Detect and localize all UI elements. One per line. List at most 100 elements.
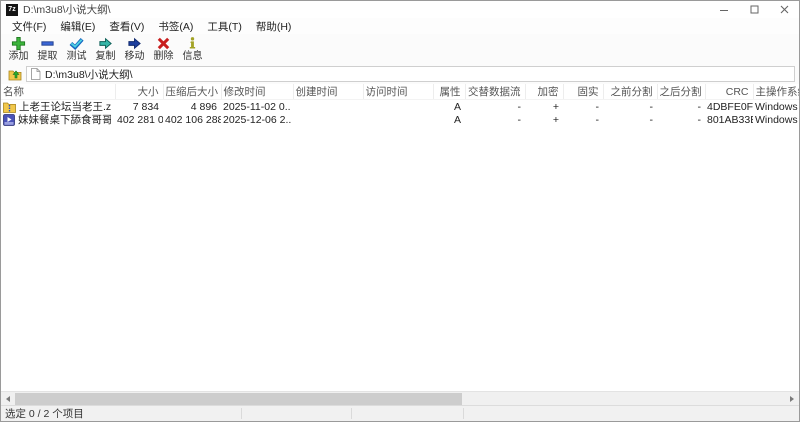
file-solid: - <box>595 100 600 113</box>
horizontal-scrollbar <box>1 391 799 405</box>
menu-tools[interactable]: 工具(T) <box>200 18 248 35</box>
column-attributes[interactable]: 属性 <box>433 84 466 100</box>
delete-button[interactable]: 删除 <box>149 36 178 63</box>
file-packed-size: 4 896 <box>190 100 217 113</box>
file-host-os: Windows <box>755 113 798 126</box>
file-attributes: A <box>453 100 461 113</box>
column-modified[interactable]: 修改时间 <box>221 84 294 100</box>
file-encrypted: + <box>552 100 559 113</box>
copy-arrow-icon <box>99 37 112 50</box>
move-arrow-icon <box>128 37 141 50</box>
parent-folder-button[interactable] <box>4 66 26 82</box>
file-packed-size: 402 106 288 <box>165 113 221 126</box>
column-packed-size[interactable]: 压缩后大小 <box>163 84 222 100</box>
column-solid[interactable]: 固实 <box>563 84 604 100</box>
move-label: 移动 <box>124 51 145 62</box>
file-modified: 2025-12-06 2.. <box>223 113 292 126</box>
column-alt-streams[interactable]: 交替数据流 <box>465 84 526 100</box>
window-controls <box>709 1 799 18</box>
file-solid: - <box>595 113 600 126</box>
move-button[interactable]: 移动 <box>120 36 149 63</box>
file-created <box>293 113 363 126</box>
column-split-before[interactable]: 之前分割 <box>603 84 658 100</box>
status-separator <box>463 408 464 419</box>
scrollbar-thumb[interactable] <box>15 393 462 405</box>
folder-up-icon <box>8 70 21 80</box>
menu-file[interactable]: 文件(F) <box>5 18 53 35</box>
file-split-before: - <box>649 100 654 113</box>
info-label: 信息 <box>182 51 203 62</box>
menu-help[interactable]: 帮助(H) <box>249 18 299 35</box>
extract-button[interactable]: 提取 <box>33 36 62 63</box>
window-title: D:\m3u8\小说大纲\ <box>23 4 111 16</box>
selection-status: 选定 0 / 2 个项目 <box>5 408 84 420</box>
file-alt-streams: - <box>517 113 522 126</box>
file-alt-streams: - <box>517 100 522 113</box>
status-separator <box>351 408 352 419</box>
close-icon <box>780 5 788 14</box>
file-crc: 801AB33E <box>707 113 753 126</box>
menu-bar: 文件(F) 编辑(E) 查看(V) 书签(A) 工具(T) 帮助(H) <box>1 18 799 34</box>
column-size[interactable]: 大小 <box>115 84 164 100</box>
file-row-zip[interactable]: 上老王论坛当老王.zip 7 834 4 896 2025-11-02 0.. … <box>1 100 799 114</box>
menu-edit[interactable]: 编辑(E) <box>53 18 102 35</box>
test-button[interactable]: 测试 <box>62 36 91 63</box>
file-size: 402 281 077 <box>117 113 163 126</box>
file-attributes: A <box>453 113 461 126</box>
file-host-os: Windows <box>755 100 798 113</box>
minimize-button[interactable] <box>709 1 739 18</box>
status-bar: 选定 0 / 2 个项目 <box>1 405 799 421</box>
scroll-left-button[interactable] <box>1 392 15 406</box>
add-button[interactable]: 添加 <box>4 36 33 63</box>
minimize-icon <box>720 9 728 11</box>
file-list: 名称 大小 压缩后大小 修改时间 创建时间 访问时间 属性 交替数据流 加密 固… <box>1 84 799 391</box>
file-split-after: - <box>697 113 702 126</box>
extract-label: 提取 <box>37 51 58 62</box>
maximize-button[interactable] <box>739 1 769 18</box>
menu-view[interactable]: 查看(V) <box>102 18 151 35</box>
delete-label: 删除 <box>153 51 174 62</box>
column-created[interactable]: 创建时间 <box>293 84 364 100</box>
address-bar: D:\m3u8\小说大纲\ <box>1 65 799 84</box>
file-accessed <box>363 100 433 114</box>
info-button[interactable]: 信息 <box>178 36 207 63</box>
copy-button[interactable]: 复制 <box>91 36 120 63</box>
column-crc[interactable]: CRC <box>705 84 754 100</box>
test-check-icon <box>69 37 84 51</box>
maximize-icon <box>750 5 758 14</box>
file-accessed <box>363 113 433 126</box>
file-modified: 2025-11-02 0.. <box>223 100 291 113</box>
test-label: 测试 <box>66 51 87 62</box>
add-plus-icon <box>11 36 26 51</box>
file-encrypted: + <box>552 113 559 126</box>
scroll-right-button[interactable] <box>785 392 799 406</box>
column-header-row: 名称 大小 压缩后大小 修改时间 创建时间 访问时间 属性 交替数据流 加密 固… <box>1 84 799 100</box>
add-label: 添加 <box>8 51 29 62</box>
scrollbar-track[interactable] <box>15 392 785 405</box>
column-host-os[interactable]: 主操作系统 <box>753 84 799 100</box>
column-accessed[interactable]: 访问时间 <box>363 84 434 100</box>
menu-bookmarks[interactable]: 书签(A) <box>151 18 200 35</box>
extract-minus-icon <box>41 41 54 46</box>
app-icon: 7z <box>6 3 18 16</box>
document-icon <box>31 68 41 80</box>
video-file-icon <box>3 113 15 126</box>
status-separator <box>241 408 242 419</box>
toolbar: 添加 提取 测试 复制 移动 删除 信息 <box>1 34 799 65</box>
close-button[interactable] <box>769 1 799 18</box>
scroll-right-icon <box>790 395 794 402</box>
file-size: 7 834 <box>132 100 159 113</box>
file-split-before: - <box>649 113 654 126</box>
scroll-left-icon <box>6 395 10 402</box>
file-name: 上老王论坛当老王.zip <box>19 101 111 113</box>
file-row-video[interactable]: 妹妹餐桌下舔食哥哥的.. 402 281 077 402 106 288 202… <box>1 113 799 126</box>
file-split-after: - <box>697 100 702 113</box>
title-bar: 7z D:\m3u8\小说大纲\ <box>1 1 799 18</box>
column-encrypted[interactable]: 加密 <box>525 84 564 100</box>
info-icon <box>189 37 196 49</box>
file-name: 妹妹餐桌下舔食哥哥的.. <box>18 114 111 126</box>
7zip-file-manager-window: 7z D:\m3u8\小说大纲\ 文件(F) 编辑(E) 查看(V) 书签(A)… <box>0 0 800 422</box>
column-name[interactable]: 名称 <box>1 84 116 100</box>
address-combobox[interactable]: D:\m3u8\小说大纲\ <box>26 66 795 82</box>
column-split-after[interactable]: 之后分割 <box>657 84 706 100</box>
